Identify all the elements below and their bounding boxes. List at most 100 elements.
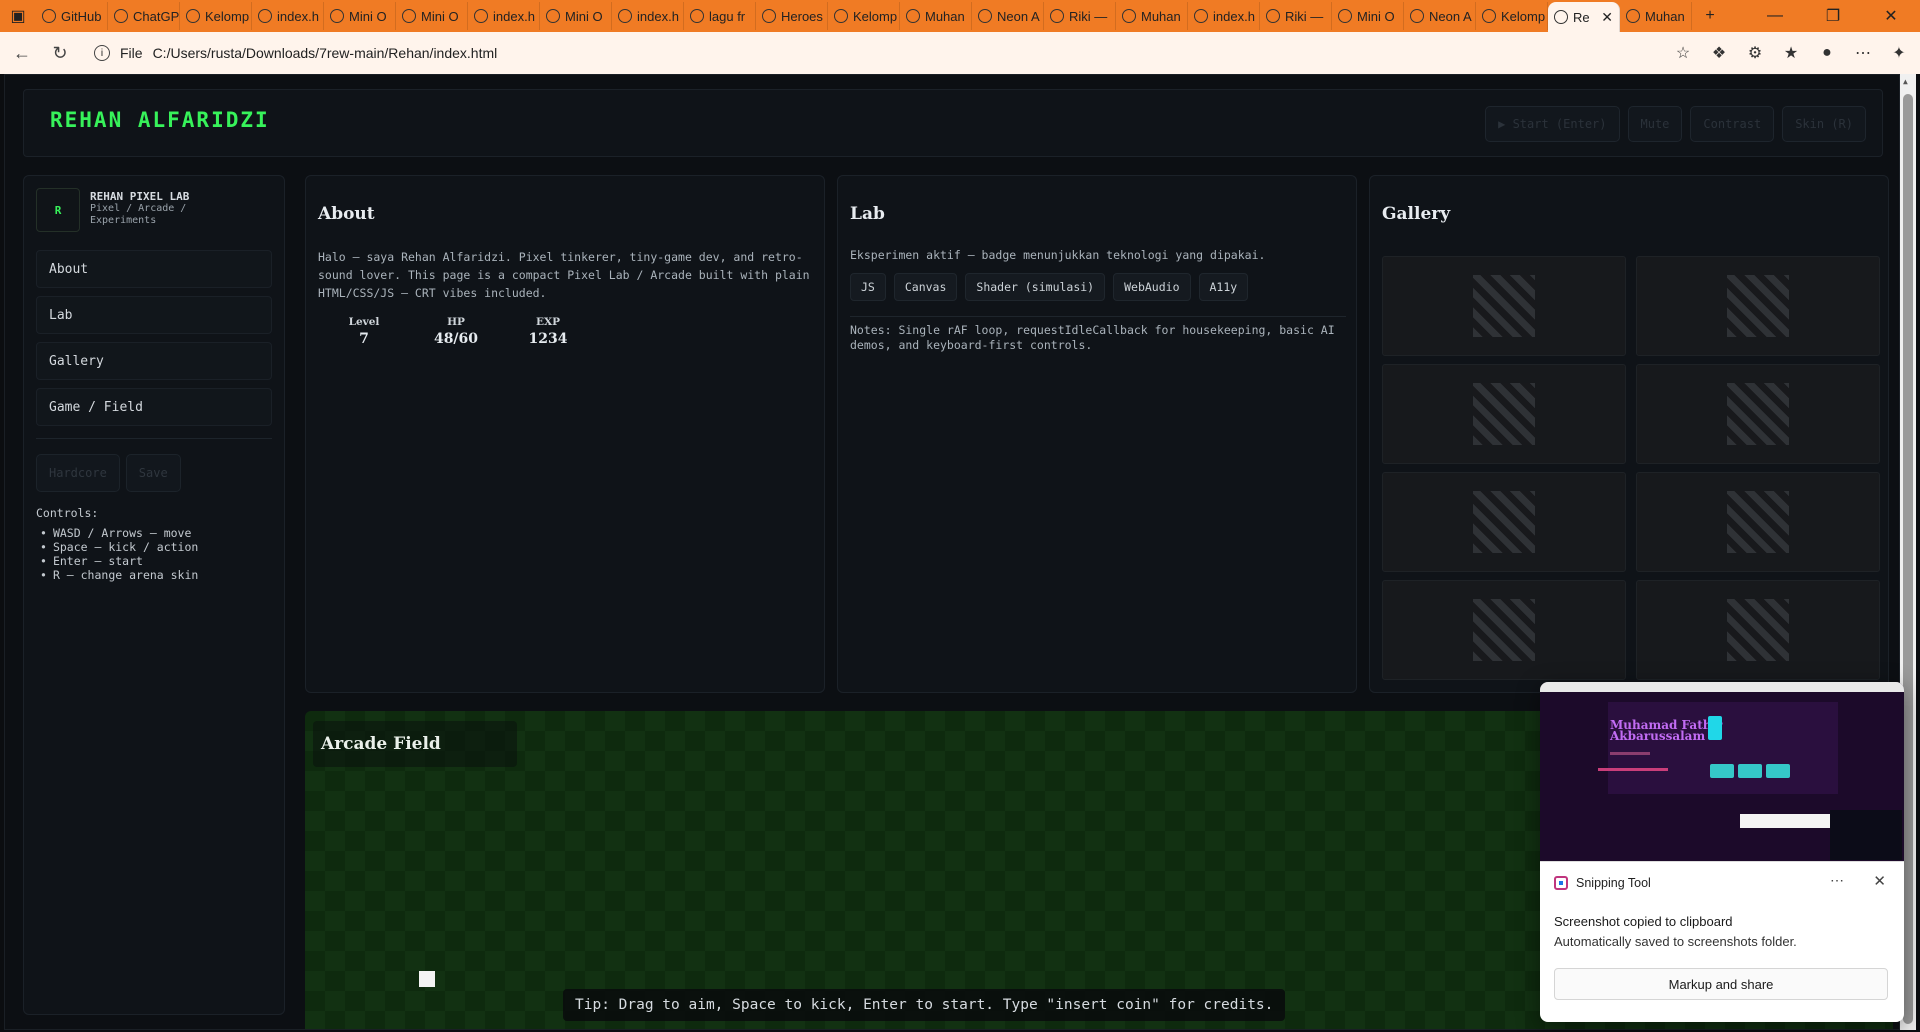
brand-subtitle: Pixel / Arcade / Experiments — [90, 203, 187, 226]
more-menu-icon[interactable]: ⋯ — [1850, 37, 1876, 69]
stat: Level 7 — [318, 316, 410, 347]
stat-value: 1234 — [528, 331, 568, 347]
browser-tab[interactable]: Muhan — [1116, 2, 1188, 30]
minimize-icon[interactable]: — — [1746, 0, 1804, 32]
stats: Level 7 HP 48/60 EXP 1234 — [318, 316, 594, 347]
screenshot-preview[interactable]: Muhamad Fathir Akbarussalam — [1540, 682, 1904, 862]
browser-tab[interactable]: lagu fr — [684, 2, 756, 30]
browser-tab[interactable]: GitHub — [36, 2, 108, 30]
browser-tab[interactable]: Mini O — [1332, 2, 1404, 30]
browser-tab[interactable]: Kelomp — [180, 2, 252, 30]
controls-list: WASD / Arrows — moveSpace — kick / actio… — [36, 526, 198, 582]
ball[interactable] — [419, 971, 435, 987]
browser-tab[interactable]: Riki — — [1044, 2, 1116, 30]
browser-tab[interactable]: Mini O — [540, 2, 612, 30]
sidebar-nav-item[interactable]: About — [36, 250, 272, 288]
gallery-grid — [1382, 256, 1880, 680]
sidebar-nav-item[interactable]: Gallery — [36, 342, 272, 380]
avatar: R — [36, 188, 80, 232]
browser-tab[interactable]: index.h — [468, 2, 540, 30]
header-buttons: ▶ Start (Enter) Mute Contrast Skin (R) — [1485, 106, 1866, 142]
sidebar-nav-item[interactable]: Lab — [36, 296, 272, 334]
globe-icon — [1194, 9, 1208, 23]
placeholder-image-icon — [1727, 383, 1789, 445]
favorite-star-icon[interactable]: ☆ — [1670, 37, 1696, 69]
tech-badge: JS — [850, 273, 886, 301]
profile-avatar-icon[interactable]: ● — [1814, 37, 1840, 69]
scroll-up-icon[interactable]: ▲ — [1903, 77, 1908, 86]
preview-side-window — [1830, 810, 1902, 860]
close-icon[interactable]: ✕ — [1873, 872, 1886, 890]
control-hint: WASD / Arrows — move — [40, 526, 198, 540]
preview-button — [1766, 764, 1790, 778]
browser-tab[interactable]: Kelomp — [1476, 2, 1548, 30]
reload-icon[interactable]: ↻ — [44, 37, 76, 69]
browser-tab[interactable]: Muhan — [1620, 2, 1692, 30]
hardcore-button[interactable]: Hardcore — [36, 454, 120, 492]
new-tab-button[interactable]: + — [1692, 2, 1728, 30]
lab-description: Eksperimen aktif — badge menunjukkan tek… — [850, 248, 1266, 262]
tab-label: Mini O — [349, 8, 387, 24]
stat-label: HP — [447, 316, 465, 328]
favorites-icon[interactable]: ★ — [1778, 37, 1804, 69]
placeholder-image-icon — [1727, 599, 1789, 661]
performance-icon[interactable]: ⚙ — [1742, 37, 1768, 69]
browser-tab[interactable]: Muhan — [900, 2, 972, 30]
browser-tab[interactable]: Kelomp — [828, 2, 900, 30]
url-field[interactable]: i File C:/Users/rusta/Downloads/7rew-mai… — [94, 37, 497, 69]
browser-tab[interactable]: Mini O — [324, 2, 396, 30]
mute-button[interactable]: Mute — [1627, 106, 1683, 142]
tab-label: index.h — [1213, 8, 1255, 24]
browser-tab[interactable]: index.h — [612, 2, 684, 30]
placeholder-image-icon — [1473, 491, 1535, 553]
gallery-item[interactable] — [1636, 580, 1880, 680]
about-panel: About Halo — saya Rehan Alfaridzi. Pixel… — [305, 175, 825, 693]
gallery-item[interactable] — [1636, 364, 1880, 464]
start-button[interactable]: ▶ Start (Enter) — [1485, 106, 1620, 142]
tab-label: index.h — [493, 8, 535, 24]
globe-icon — [186, 9, 200, 23]
gallery-item[interactable] — [1636, 472, 1880, 572]
markup-and-share-button[interactable]: Markup and share — [1554, 968, 1888, 1000]
browser-tab[interactable]: Neon A — [1404, 2, 1476, 30]
tech-badge: Shader (simulasi) — [965, 273, 1106, 301]
browser-tab[interactable]: Riki — — [1260, 2, 1332, 30]
brand-title: REHAN PIXEL LAB — [90, 190, 190, 203]
globe-icon — [978, 9, 992, 23]
about-body: Halo — saya Rehan Alfaridzi. Pixel tinke… — [318, 250, 810, 300]
gallery-title: Gallery — [1382, 204, 1451, 224]
window-menu-icon[interactable]: ▣ — [0, 2, 36, 30]
more-options-icon[interactable]: ⋯ — [1830, 872, 1844, 889]
back-icon[interactable]: ← — [6, 37, 38, 69]
sidebar-nav-item[interactable]: Game / Field — [36, 388, 272, 426]
close-tab-icon[interactable]: ✕ — [1601, 9, 1613, 26]
close-window-icon[interactable]: ✕ — [1862, 0, 1920, 32]
gallery-item[interactable] — [1382, 580, 1626, 680]
gallery-item[interactable] — [1382, 472, 1626, 572]
extensions-icon[interactable]: ❖ — [1706, 37, 1732, 69]
save-button[interactable]: Save — [125, 454, 181, 492]
arcade-title: Arcade Field — [313, 721, 517, 767]
lab-panel: Lab Eksperimen aktif — badge menunjukkan… — [837, 175, 1357, 693]
browser-tab[interactable]: Neon A — [972, 2, 1044, 30]
tab-label: Heroes — [781, 8, 823, 24]
gallery-item[interactable] — [1382, 364, 1626, 464]
skin-button[interactable]: Skin (R) — [1782, 106, 1866, 142]
tab-active[interactable]: Re ✕ — [1548, 2, 1620, 32]
contrast-button[interactable]: Contrast — [1690, 106, 1775, 142]
copilot-icon[interactable]: ✦ — [1886, 37, 1912, 69]
gallery-item[interactable] — [1382, 256, 1626, 356]
browser-tab[interactable]: index.h — [252, 2, 324, 30]
browser-tab[interactable]: index.h — [1188, 2, 1260, 30]
tab-label: Neon A — [1429, 8, 1472, 24]
browser-tab[interactable]: ChatGPT — [108, 2, 180, 30]
globe-icon — [1050, 9, 1064, 23]
gallery-item[interactable] — [1636, 256, 1880, 356]
scrollbar-thumb[interactable] — [1903, 94, 1913, 1024]
browser-tab[interactable]: Heroes — [756, 2, 828, 30]
browser-tab[interactable]: Mini O — [396, 2, 468, 30]
url-text[interactable]: C:/Users/rusta/Downloads/7rew-main/Rehan… — [153, 45, 498, 61]
info-icon[interactable]: i — [94, 45, 110, 61]
tech-badge: Canvas — [893, 273, 958, 301]
restore-icon[interactable]: ❐ — [1804, 0, 1862, 32]
